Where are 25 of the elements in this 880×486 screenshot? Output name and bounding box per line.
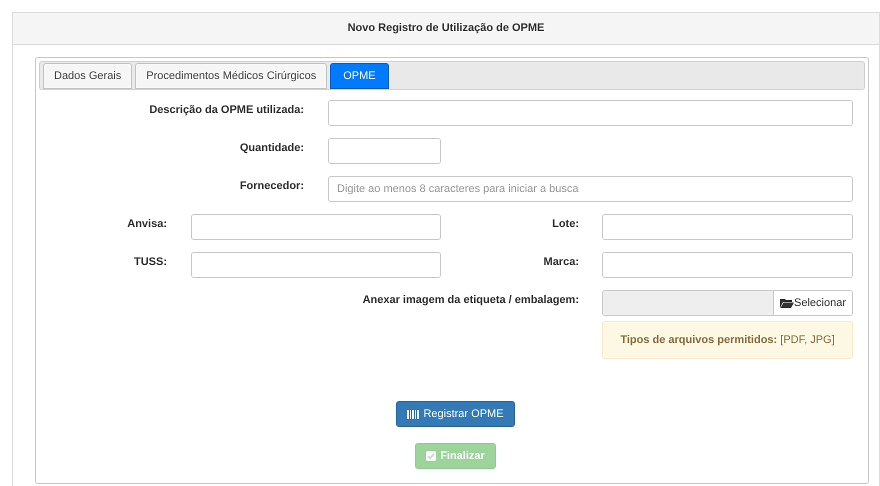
field-label: Anvisa: [126,217,167,232]
field-label: Fornecedor: [238,179,304,194]
text-input[interactable] [328,138,441,164]
field-label: Quantidade: [238,141,304,156]
register-button[interactable]: Registrar OPME [396,401,515,427]
tab[interactable]: Dados Gerais [43,63,132,89]
tab[interactable]: Procedimentos Médicos Cirúrgicos [135,63,328,89]
text-input[interactable] [602,214,853,240]
panel-title: Novo Registro de Utilização de OPME [348,21,544,36]
field-label: Anexar imagem da etiqueta / embalagem: [362,293,579,308]
allowed-types-text: Tipos de arquivos permitidos: [PDF, JPG] [620,332,835,348]
field-label: TUSS: [133,255,167,270]
field-label: Descrição da OPME utilizada: [148,103,304,118]
text-input[interactable]: Digite ao menos 8 caracteres para iniciar a busca [328,176,853,202]
select-file-button[interactable]: Selecionar [774,290,853,316]
text-input[interactable] [191,252,441,278]
checkbox-icon [426,451,436,461]
field-label: Marca: [542,255,579,270]
text-input[interactable] [602,252,853,278]
barcode-icon [407,410,420,418]
text-input[interactable] [191,214,441,240]
folder-icon [780,298,794,308]
field-label: Lote: [551,217,579,232]
text-input[interactable] [328,100,853,126]
tab[interactable]: OPME [330,63,389,89]
